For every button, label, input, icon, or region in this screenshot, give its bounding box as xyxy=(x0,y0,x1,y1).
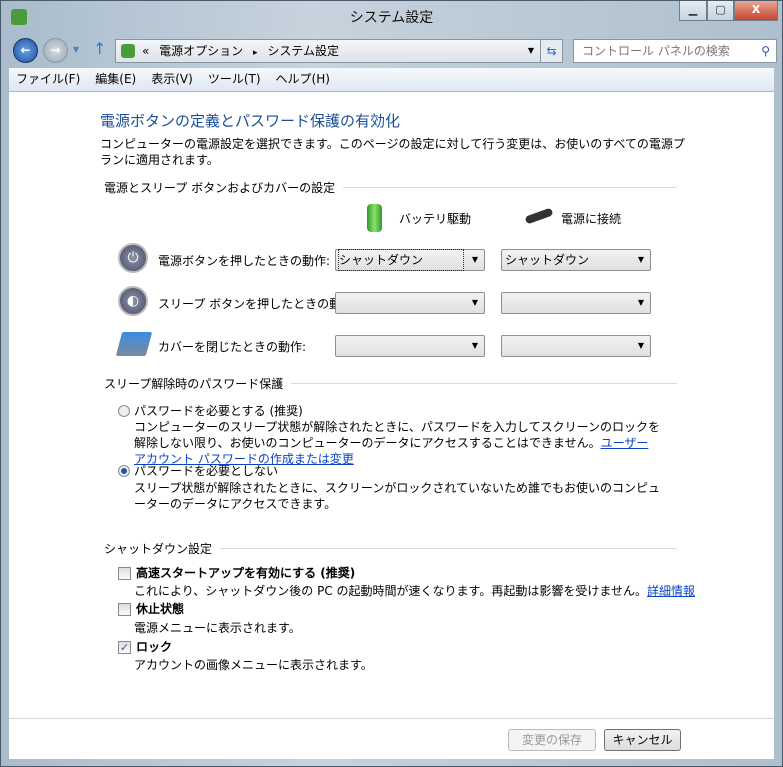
maximize-button[interactable]: ▢ xyxy=(707,1,734,21)
section-header-buttons: 電源とスリープ ボタンおよびカバーの設定 xyxy=(104,179,677,196)
power-button-plugged-select[interactable]: シャットダウン xyxy=(501,249,651,271)
hibernate-label[interactable]: 休止状態 xyxy=(136,600,184,617)
power-button-icon: ⏻ xyxy=(118,243,148,273)
power-button-label: 電源ボタンを押したときの動作: xyxy=(158,254,331,268)
breadcrumb-overflow[interactable]: « xyxy=(142,44,149,58)
selected-value: シャットダウン xyxy=(338,249,464,271)
require-password-description: コンピューターのスリープ状態が解除されたときに、パスワードを入力してスクリーンの… xyxy=(134,419,664,467)
menu-view[interactable]: 表示(V) xyxy=(151,68,193,91)
page-title: 電源ボタンの定義とパスワード保護の有効化 xyxy=(100,112,401,130)
forward-button[interactable]: → xyxy=(43,38,68,63)
address-dropdown-icon[interactable]: ▼ xyxy=(528,40,534,62)
cancel-button[interactable]: キャンセル xyxy=(604,729,681,751)
breadcrumb-power-options[interactable]: 電源オプション xyxy=(159,44,243,58)
save-changes-button[interactable]: 変更の保存 xyxy=(508,729,596,751)
address-bar[interactable]: « 電源オプション ▸ システム設定 ▼ xyxy=(115,39,541,63)
no-password-label[interactable]: パスワードを必要としない xyxy=(134,462,278,479)
back-button[interactable]: ← xyxy=(13,38,38,63)
section-title: シャットダウン設定 xyxy=(104,542,213,556)
menu-tools[interactable]: ツール(T) xyxy=(208,68,261,91)
breadcrumb-system-settings[interactable]: システム設定 xyxy=(267,44,339,58)
hibernate-checkbox[interactable] xyxy=(118,603,131,616)
refresh-button[interactable]: ⇆ xyxy=(540,39,563,63)
content-pane: 電源ボタンの定義とパスワード保護の有効化 コンピューターの電源設定を選択できます… xyxy=(9,92,774,759)
divider xyxy=(291,383,677,384)
description-text: これにより、シャットダウン後の PC の起動時間が速くなります。再起動は影響を受… xyxy=(134,584,647,598)
menu-file[interactable]: ファイル(F) xyxy=(16,68,80,91)
lid-close-plugged-select[interactable] xyxy=(501,335,651,357)
power-options-icon xyxy=(121,44,135,58)
section-title: スリープ解除時のパスワード保護 xyxy=(104,377,284,391)
menu-edit[interactable]: 編集(E) xyxy=(95,68,136,91)
section-header-shutdown: シャットダウン設定 xyxy=(104,540,677,557)
lid-close-battery-select[interactable] xyxy=(335,335,485,357)
fast-startup-description: これにより、シャットダウン後の PC の起動時間が速くなります。再起動は影響を受… xyxy=(134,582,695,599)
window: システム設定 ▁ ▢ X ← → ▼ ↑ « 電源オプション ▸ システム設定 … xyxy=(0,0,783,767)
sleep-button-label: スリープ ボタンを押したときの動作: xyxy=(158,297,358,311)
breadcrumb-separator[interactable]: ▸ xyxy=(253,48,258,58)
battery-icon xyxy=(367,204,382,232)
footer-divider xyxy=(9,718,774,719)
page-description: コンピューターの電源設定を選択できます。このページの設定に対して行う変更は、お使… xyxy=(100,137,685,167)
hibernate-description: 電源メニューに表示されます。 xyxy=(134,621,301,635)
lock-checkbox[interactable]: ✓ xyxy=(118,641,131,654)
lock-label[interactable]: ロック xyxy=(136,638,172,655)
sleep-button-plugged-select[interactable] xyxy=(501,292,651,314)
require-password-label[interactable]: パスワードを必要とする (推奨) xyxy=(134,402,303,419)
divider xyxy=(220,548,677,549)
search-input[interactable]: コントロール パネルの検索 ⚲ xyxy=(573,39,777,63)
more-info-link[interactable]: 詳細情報 xyxy=(647,584,695,598)
plugged-column-header: 電源に接続 xyxy=(561,212,622,226)
battery-column-header: バッテリ駆動 xyxy=(399,212,472,226)
minimize-button[interactable]: ▁ xyxy=(679,1,707,21)
menu-help[interactable]: ヘルプ(H) xyxy=(276,68,330,91)
search-icon[interactable]: ⚲ xyxy=(761,40,770,62)
fast-startup-checkbox[interactable] xyxy=(118,567,131,580)
menu-bar: ファイル(F) 編集(E) 表示(V) ツール(T) ヘルプ(H) xyxy=(9,68,774,92)
navigation-bar: ← → ▼ ↑ « 電源オプション ▸ システム設定 ▼ ⇆ コントロール パネ… xyxy=(9,37,777,65)
description-text: コンピューターのスリープ状態が解除されたときに、パスワードを入力してスクリーンの… xyxy=(134,420,660,450)
laptop-lid-icon xyxy=(115,332,153,356)
power-button-battery-select[interactable]: シャットダウン xyxy=(335,249,485,271)
divider xyxy=(343,187,677,188)
window-title: システム設定 xyxy=(349,10,434,26)
section-header-password: スリープ解除時のパスワード保護 xyxy=(104,375,677,392)
search-placeholder: コントロール パネルの検索 xyxy=(582,44,730,58)
no-password-radio[interactable] xyxy=(118,465,130,477)
power-plug-icon xyxy=(524,207,554,225)
no-password-description: スリープ状態が解除されたときに、スクリーンがロックされていないため誰でもお使いの… xyxy=(134,481,660,511)
section-title: 電源とスリープ ボタンおよびカバーの設定 xyxy=(104,181,336,195)
lid-close-label: カバーを閉じたときの動作: xyxy=(158,340,307,354)
require-password-radio[interactable] xyxy=(118,405,130,417)
lock-description: アカウントの画像メニューに表示されます。 xyxy=(134,658,373,672)
selected-value: シャットダウン xyxy=(505,253,590,267)
sleep-button-battery-select[interactable] xyxy=(335,292,485,314)
close-button[interactable]: X xyxy=(734,1,778,21)
recent-pages-dropdown[interactable]: ▼ xyxy=(73,45,79,54)
up-arrow-icon[interactable]: ↑ xyxy=(93,39,106,58)
sleep-button-icon: ◐ xyxy=(118,286,148,316)
fast-startup-label[interactable]: 高速スタートアップを有効にする (推奨) xyxy=(136,564,355,581)
